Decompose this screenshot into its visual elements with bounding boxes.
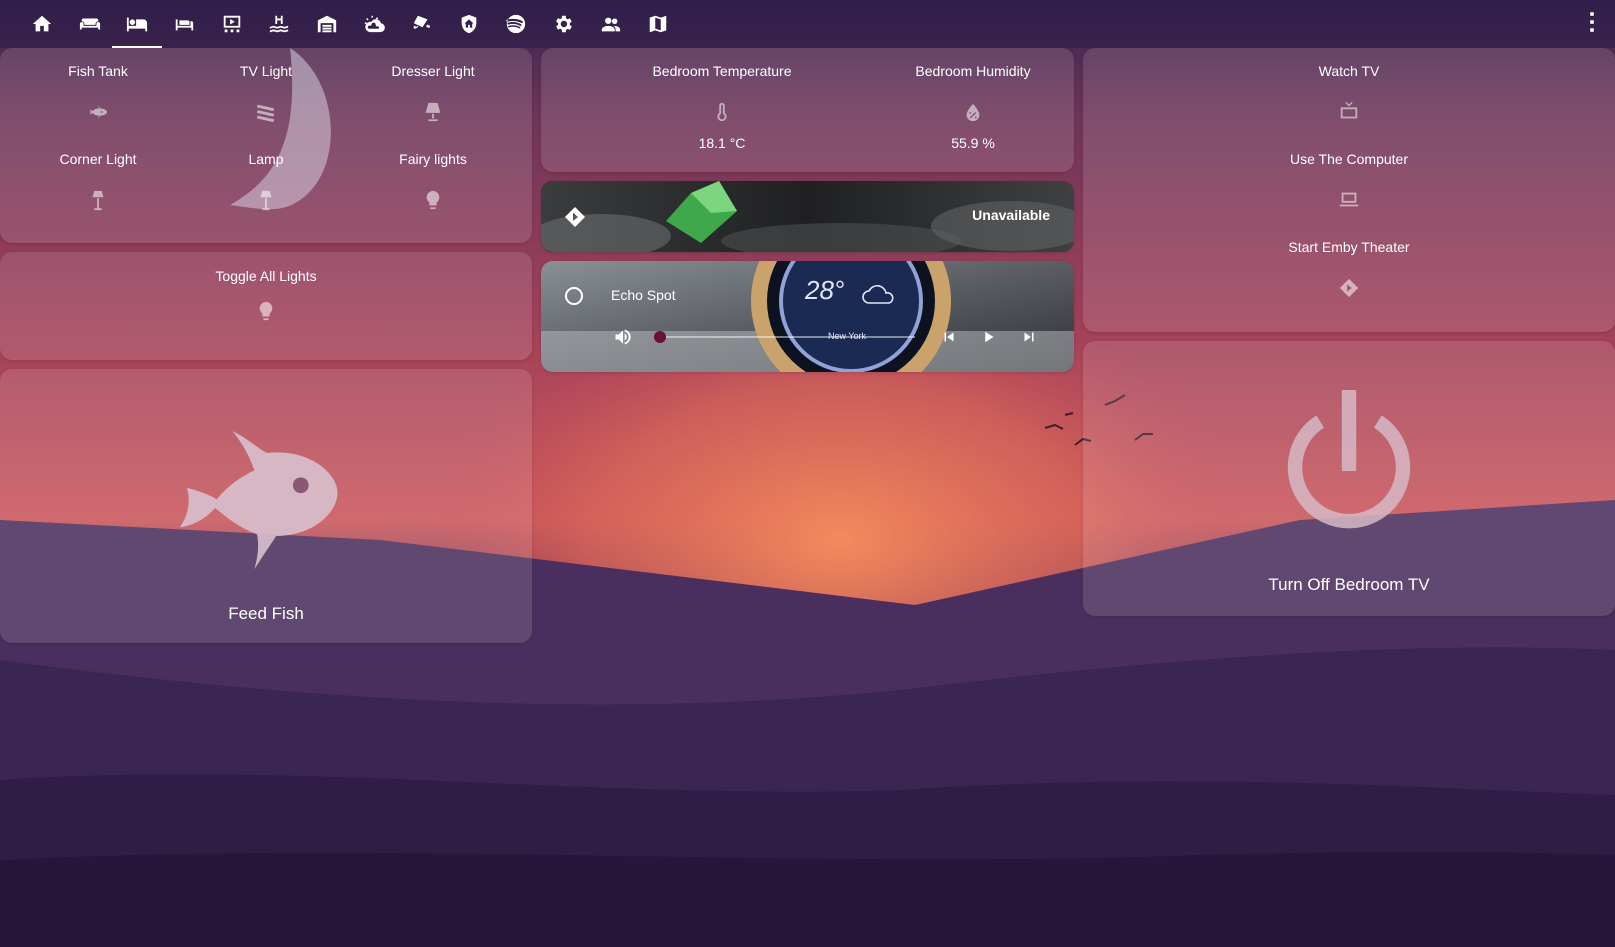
tab-pool[interactable] [263,8,295,40]
tile-label: Bedroom Temperature [652,63,792,79]
tab-home[interactable] [26,8,58,40]
fish-icon [87,101,109,123]
shield-home-icon [461,14,477,34]
lightbulb-icon [422,189,444,211]
laptop-icon [1338,189,1360,211]
lightbulb-icon [255,300,277,322]
dashboard: Fish Tank TV Light Dresser Light Corner … [0,0,1615,947]
tile-lamp[interactable]: Lamp [181,151,351,211]
tab-living-room[interactable] [74,8,106,40]
previous-track-button[interactable] [937,325,961,349]
tile-label: Toggle All Lights [215,268,317,284]
tab-cameras[interactable] [406,8,438,40]
next-track-button[interactable] [1017,325,1041,349]
tile-label: Bedroom Humidity [915,63,1031,79]
tile-label: Use The Computer [1289,151,1408,167]
temperature-value: 18.1 °C [698,135,746,151]
emby-media-card[interactable]: Unavailable [541,181,1074,252]
tab-weather[interactable] [358,8,390,40]
overflow-menu-icon[interactable] [1587,12,1597,36]
media-progress-track[interactable] [659,336,915,338]
top-navigation-bar [0,0,1615,48]
television-icon [1338,101,1360,123]
sofa-icon [79,18,101,30]
echo-spot-media-card: 28° New York Echo Spot [541,261,1074,372]
tile-label: Start Emby Theater [1288,239,1410,255]
garage-icon [317,15,337,33]
tile-label: Fish Tank [68,63,128,79]
media-device-name: Echo Spot [611,287,676,303]
tile-use-the-computer[interactable]: Use The Computer [1224,151,1474,211]
echo-device-icon [565,287,583,305]
tile-fairy-lights[interactable]: Fairy lights [348,151,518,211]
thermometer-icon [711,101,733,123]
lights-card: Fish Tank TV Light Dresser Light Corner … [0,48,532,243]
lamp-icon [422,101,444,123]
bed-icon [126,17,148,32]
turn-off-bedroom-tv-card[interactable]: Turn Off Bedroom TV [1083,341,1615,616]
tab-garage[interactable] [311,8,343,40]
tile-corner-light[interactable]: Corner Light [13,151,183,211]
tile-bedroom-humidity[interactable]: Bedroom Humidity 55.9 % [848,63,1074,152]
emby-logo-icon [563,205,587,229]
device-screen-temperature: 28° [805,275,845,305]
turn-off-bedroom-tv-label: Turn Off Bedroom TV [1268,575,1430,594]
cloud-icon [862,285,894,304]
theater-icon [223,15,241,33]
tab-spotify[interactable] [500,8,532,40]
water-percent-icon [962,101,984,123]
home-icon [32,15,52,32]
sensors-card: Bedroom Temperature 18.1 °C Bedroom Humi… [541,48,1074,172]
pool-icon [269,15,289,33]
humidity-value: 55.9 % [951,135,995,151]
toggle-all-lights-card[interactable]: Toggle All Lights [0,252,532,360]
tab-settings[interactable] [547,8,579,40]
cctv-icon [413,15,431,29]
tab-bedroom[interactable] [112,8,162,48]
play-icon [985,331,994,343]
volume-button[interactable] [611,325,635,349]
emby-logo-icon [1338,277,1360,299]
feed-fish-label: Feed Fish [228,604,304,623]
tile-watch-tv[interactable]: Watch TV [1224,63,1474,123]
weather-night-icon [364,15,385,33]
tab-map[interactable] [642,8,674,40]
tile-tv-light[interactable]: TV Light [181,63,351,123]
power-icon [1287,390,1411,529]
tile-bedroom-temperature[interactable]: Bedroom Temperature 18.1 °C [597,63,847,152]
led-strip-icon [255,101,277,123]
tile-toggle-all-lights[interactable]: Toggle All Lights [181,268,351,322]
skip-next-icon [1024,332,1034,342]
people-icon [601,17,621,32]
tab-theater[interactable] [216,8,248,40]
feed-fish-card[interactable]: Feed Fish [0,369,532,643]
fish-icon [180,431,338,570]
skip-previous-icon [944,332,954,342]
tile-label: TV Light [239,63,293,79]
media-status: Unavailable [972,207,1050,223]
play-button[interactable] [977,325,1001,349]
tile-dresser-light[interactable]: Dresser Light [348,63,518,123]
tile-label: Watch TV [1318,63,1380,79]
tile-label: Corner Light [59,151,137,167]
bed-single-icon [175,19,194,31]
spotify-icon [506,14,526,34]
tab-security[interactable] [453,8,485,40]
volume-high-icon [615,329,631,345]
tile-label: Dresser Light [391,63,475,79]
map-icon [649,15,667,33]
media-progress-knob[interactable] [654,331,666,343]
tab-guest-room[interactable] [168,8,200,40]
settings-icon [556,15,572,33]
tile-label: Fairy lights [399,151,467,167]
floor-lamp-icon [255,189,277,211]
tile-start-emby-theater[interactable]: Start Emby Theater [1224,239,1474,299]
floor-lamp-icon [87,189,109,211]
scenes-card: Watch TV Use The Computer Start Emby The… [1083,48,1615,332]
tile-label: Lamp [248,151,284,167]
tile-fish-tank[interactable]: Fish Tank [13,63,183,123]
tab-people[interactable] [595,8,627,40]
